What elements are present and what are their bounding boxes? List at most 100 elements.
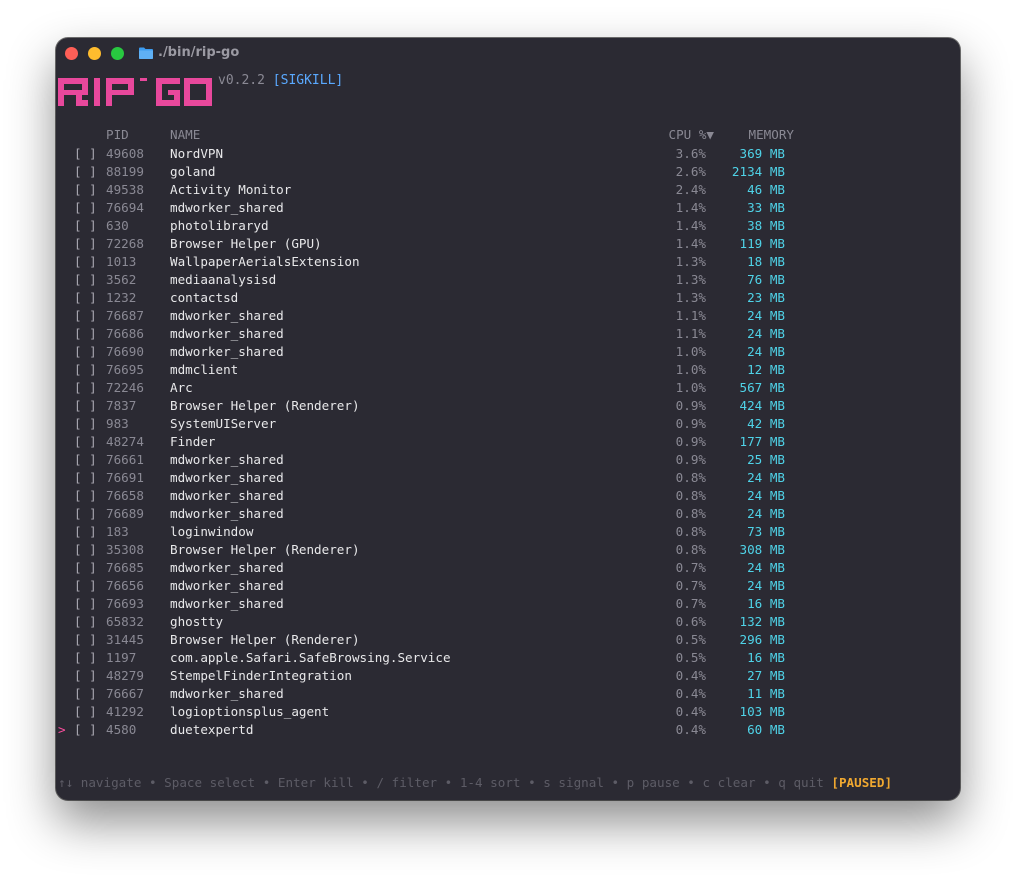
process-row[interactable]: [ ] 35308 Browser Helper (Renderer) 0.8% 308… — [56, 541, 960, 559]
process-row[interactable]: [ ] 76661 mdworker_shared 0.9% 25 MB — [56, 451, 960, 469]
process-row[interactable]: [ ] 65832 ghostty 0.6% 132 MB — [56, 613, 960, 631]
checkbox[interactable]: [ ] — [74, 703, 97, 721]
process-row[interactable]: [ ] 49608 NordVPN 3.6% 369 MB — [56, 145, 960, 163]
process-row[interactable]: [ ] 7837 Browser Helper (Renderer) 0.9% 424 … — [56, 397, 960, 415]
process-row[interactable]: [ ] 3562 mediaanalysisd 1.3% 76 MB — [56, 271, 960, 289]
process-memory: 24 MB — [747, 506, 785, 521]
process-pid: 630 — [106, 218, 129, 233]
process-row[interactable]: [ ] 76695 mdmclient 1.0% 12 MB — [56, 361, 960, 379]
checkbox[interactable]: [ ] — [74, 631, 97, 649]
minimize-window-button[interactable] — [88, 47, 101, 60]
memory-column-header[interactable]: MEMORY — [749, 127, 795, 142]
process-row[interactable]: [ ] 76689 mdworker_shared 0.8% 24 MB — [56, 505, 960, 523]
checkbox[interactable]: [ ] — [74, 721, 97, 739]
checkbox[interactable]: [ ] — [74, 325, 97, 343]
checkbox[interactable]: [ ] — [74, 451, 97, 469]
checkbox[interactable]: [ ] — [74, 217, 97, 235]
process-cpu: 1.3% — [675, 272, 706, 287]
process-row[interactable]: [ ] 76656 mdworker_shared 0.7% 24 MB — [56, 577, 960, 595]
close-window-button[interactable] — [65, 47, 78, 60]
process-row[interactable]: [ ] 76685 mdworker_shared 0.7% 24 MB — [56, 559, 960, 577]
process-memory: 23 MB — [747, 290, 785, 305]
checkbox[interactable]: [ ] — [74, 595, 97, 613]
process-cpu: 3.6% — [675, 146, 706, 161]
process-row[interactable]: [ ] 76690 mdworker_shared 1.0% 24 MB — [56, 343, 960, 361]
process-cpu: 2.6% — [675, 164, 706, 179]
process-row[interactable]: [ ] 1232 contactsd 1.3% 23 MB — [56, 289, 960, 307]
process-name: WallpaperAerialsExtension — [170, 254, 360, 269]
checkbox[interactable]: [ ] — [74, 271, 97, 289]
process-name: mdworker_shared — [170, 488, 284, 503]
process-row[interactable]: [ ] 31445 Browser Helper (Renderer) 0.5% 296… — [56, 631, 960, 649]
process-pid: 76661 — [106, 452, 144, 467]
process-cpu: 1.1% — [675, 308, 706, 323]
paused-status: [PAUSED] — [831, 775, 893, 790]
process-row[interactable]: [ ] 48279 StempelFinderIntegration 0.4% 27 M… — [56, 667, 960, 685]
process-pid: 3562 — [106, 272, 137, 287]
process-cpu: 1.4% — [675, 200, 706, 215]
checkbox[interactable]: [ ] — [74, 685, 97, 703]
checkbox[interactable]: [ ] — [74, 199, 97, 217]
process-row[interactable]: [ ] 72268 Browser Helper (GPU) 1.4% 119 MB — [56, 235, 960, 253]
process-row[interactable]: [ ] 76658 mdworker_shared 0.8% 24 MB — [56, 487, 960, 505]
checkbox[interactable]: [ ] — [74, 307, 97, 325]
checkbox[interactable]: [ ] — [74, 505, 97, 523]
checkbox[interactable]: [ ] — [74, 541, 97, 559]
process-pid: 76686 — [106, 326, 144, 341]
pid-column-header[interactable]: PID — [106, 127, 129, 142]
process-memory: 308 MB — [739, 542, 786, 557]
process-cpu: 1.3% — [675, 254, 706, 269]
checkbox[interactable]: [ ] — [74, 163, 97, 181]
process-cpu: 1.3% — [675, 290, 706, 305]
process-row[interactable]: [ ] 88199 goland 2.6% 2134 MB — [56, 163, 960, 181]
checkbox[interactable]: [ ] — [74, 145, 97, 163]
checkbox[interactable]: [ ] — [74, 415, 97, 433]
cpu-column-header[interactable]: CPU %▼ — [669, 127, 715, 142]
process-memory: 424 MB — [739, 398, 786, 413]
process-row[interactable]: [ ] 49538 Activity Monitor 2.4% 46 MB — [56, 181, 960, 199]
checkbox[interactable]: [ ] — [74, 289, 97, 307]
checkbox[interactable]: [ ] — [74, 397, 97, 415]
checkbox[interactable]: [ ] — [74, 235, 97, 253]
process-row[interactable]: [ ] 76687 mdworker_shared 1.1% 24 MB — [56, 307, 960, 325]
process-row[interactable]: [ ] 76686 mdworker_shared 1.1% 24 MB — [56, 325, 960, 343]
process-cpu: 0.9% — [675, 398, 706, 413]
checkbox[interactable]: [ ] — [74, 559, 97, 577]
checkbox[interactable]: [ ] — [74, 253, 97, 271]
process-row[interactable]: > [ ] 4580 duetexpertd 0.4% 60 MB — [56, 721, 960, 739]
process-pid: 76667 — [106, 686, 144, 701]
process-row[interactable]: [ ] 1013 WallpaperAerialsExtension 1.3% 18 M… — [56, 253, 960, 271]
process-row[interactable]: [ ] 630 photolibraryd 1.4% 38 MB — [56, 217, 960, 235]
checkbox[interactable]: [ ] — [74, 379, 97, 397]
checkbox[interactable]: [ ] — [74, 181, 97, 199]
process-memory: 18 MB — [747, 254, 785, 269]
checkbox[interactable]: [ ] — [74, 361, 97, 379]
process-row[interactable]: [ ] 76694 mdworker_shared 1.4% 33 MB — [56, 199, 960, 217]
process-row[interactable]: [ ] 76693 mdworker_shared 0.7% 16 MB — [56, 595, 960, 613]
name-column-header[interactable]: NAME — [170, 127, 200, 142]
process-row[interactable]: [ ] 72246 Arc 1.0% 567 MB — [56, 379, 960, 397]
maximize-window-button[interactable] — [111, 47, 124, 60]
process-cpu: 0.4% — [675, 704, 706, 719]
checkbox[interactable]: [ ] — [74, 433, 97, 451]
checkbox[interactable]: [ ] — [74, 487, 97, 505]
process-row[interactable]: [ ] 1197 com.apple.Safari.SafeBrowsing.Ser… — [56, 649, 960, 667]
checkbox[interactable]: [ ] — [74, 577, 97, 595]
process-row[interactable]: [ ] 48274 Finder 0.9% 177 MB — [56, 433, 960, 451]
checkbox[interactable]: [ ] — [74, 649, 97, 667]
process-memory: 60 MB — [747, 722, 785, 737]
process-row[interactable]: [ ] 76691 mdworker_shared 0.8% 24 MB — [56, 469, 960, 487]
process-list: [ ] 49608 NordVPN 3.6% 369 MB [ ] 88199 goland 2… — [56, 145, 960, 739]
process-row[interactable]: [ ] 183 loginwindow 0.8% 73 MB — [56, 523, 960, 541]
process-pid: 76694 — [106, 200, 144, 215]
process-row[interactable]: [ ] 76667 mdworker_shared 0.4% 11 MB — [56, 685, 960, 703]
process-row[interactable]: [ ] 983 SystemUIServer 0.9% 42 MB — [56, 415, 960, 433]
process-row[interactable]: [ ] 41292 logioptionsplus_agent 0.4% 103 MB — [56, 703, 960, 721]
process-cpu: 0.4% — [675, 668, 706, 683]
checkbox[interactable]: [ ] — [74, 523, 97, 541]
checkbox[interactable]: [ ] — [74, 469, 97, 487]
checkbox[interactable]: [ ] — [74, 667, 97, 685]
process-memory: 24 MB — [747, 578, 785, 593]
checkbox[interactable]: [ ] — [74, 613, 97, 631]
checkbox[interactable]: [ ] — [74, 343, 97, 361]
